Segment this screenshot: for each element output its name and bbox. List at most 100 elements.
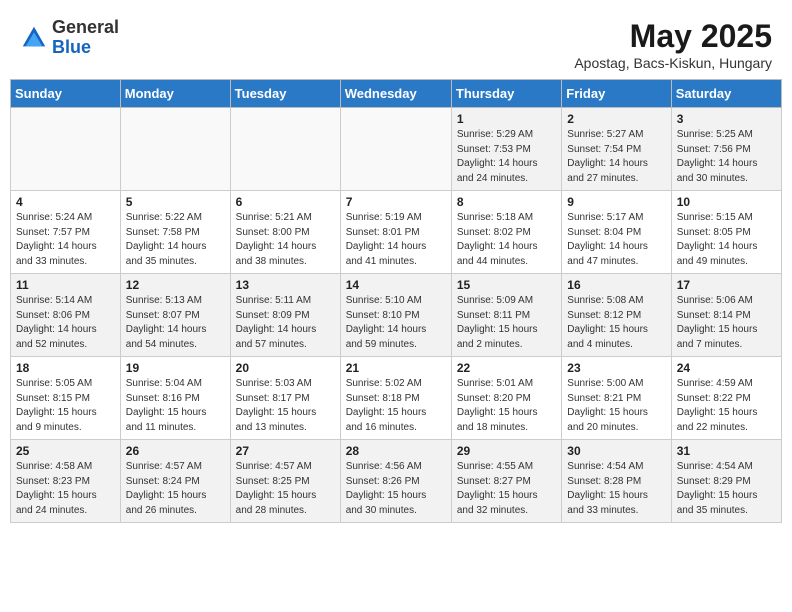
day-info: Sunrise: 5:21 AM Sunset: 8:00 PM Dayligh…: [236, 211, 335, 269]
calendar-cell: 27 Sunrise: 4:57 AM Sunset: 8:25 PM Dayli…: [230, 440, 340, 523]
day-number: 15: [457, 278, 556, 292]
day-info: Sunrise: 4:55 AM Sunset: 8:27 PM Dayligh…: [457, 460, 556, 518]
calendar-cell: 9 Sunrise: 5:17 AM Sunset: 8:04 PM Daylig…: [562, 191, 671, 274]
day-info: Sunrise: 4:58 AM Sunset: 8:23 PM Dayligh…: [16, 460, 115, 518]
calendar-cell: [230, 108, 340, 191]
day-info: Sunrise: 5:00 AM Sunset: 8:21 PM Dayligh…: [567, 377, 665, 435]
calendar-cell: 31Sunrise: 4:54 AM Sunset: 8:29 PM Dayli…: [671, 440, 781, 523]
calendar-cell: 12 Sunrise: 5:13 AM Sunset: 8:07 PM Dayli…: [120, 274, 230, 357]
day-number: 18: [16, 361, 115, 375]
day-info: Sunrise: 4:59 AM Sunset: 8:22 PM Dayligh…: [677, 377, 776, 435]
day-info: Sunrise: 5:05 AM Sunset: 8:15 PM Dayligh…: [16, 377, 115, 435]
calendar-cell: 2 Sunrise: 5:27 AM Sunset: 7:54 PM Daylig…: [562, 108, 671, 191]
day-number: 26: [126, 444, 225, 458]
weekday-header-sunday: Sunday: [11, 80, 121, 108]
weekday-header-wednesday: Wednesday: [340, 80, 451, 108]
day-info: Sunrise: 5:04 AM Sunset: 8:16 PM Dayligh…: [126, 377, 225, 435]
calendar-cell: 19 Sunrise: 5:04 AM Sunset: 8:16 PM Dayli…: [120, 357, 230, 440]
day-info: Sunrise: 5:19 AM Sunset: 8:01 PM Dayligh…: [346, 211, 446, 269]
day-number: 11: [16, 278, 115, 292]
calendar-week-row: 4Sunrise: 5:24 AM Sunset: 7:57 PM Daylig…: [11, 191, 782, 274]
calendar-cell: 10 Sunrise: 5:15 AM Sunset: 8:05 PM Dayli…: [671, 191, 781, 274]
day-number: 9: [567, 195, 665, 209]
day-number: 3: [677, 112, 776, 126]
logo-blue: Blue: [52, 38, 119, 58]
day-number: 20: [236, 361, 335, 375]
day-info: Sunrise: 5:17 AM Sunset: 8:04 PM Dayligh…: [567, 211, 665, 269]
day-info: Sunrise: 5:10 AM Sunset: 8:10 PM Dayligh…: [346, 294, 446, 352]
logo-text: General Blue: [52, 18, 119, 58]
weekday-header-row: SundayMondayTuesdayWednesdayThursdayFrid…: [11, 80, 782, 108]
day-number: 23: [567, 361, 665, 375]
calendar-week-row: 25 Sunrise: 4:58 AM Sunset: 8:23 PM Dayli…: [11, 440, 782, 523]
weekday-header-thursday: Thursday: [451, 80, 561, 108]
calendar-cell: 11Sunrise: 5:14 AM Sunset: 8:06 PM Dayli…: [11, 274, 121, 357]
calendar-cell: 1Sunrise: 5:29 AM Sunset: 7:53 PM Daylig…: [451, 108, 561, 191]
calendar-cell: 13Sunrise: 5:11 AM Sunset: 8:09 PM Dayli…: [230, 274, 340, 357]
location-subtitle: Apostag, Bacs-Kiskun, Hungary: [574, 55, 772, 71]
title-block: May 2025 Apostag, Bacs-Kiskun, Hungary: [574, 18, 772, 71]
logo-icon: [20, 24, 48, 52]
calendar-cell: [11, 108, 121, 191]
day-info: Sunrise: 5:27 AM Sunset: 7:54 PM Dayligh…: [567, 128, 665, 186]
day-number: 31: [677, 444, 776, 458]
calendar-cell: 16 Sunrise: 5:08 AM Sunset: 8:12 PM Dayli…: [562, 274, 671, 357]
day-info: Sunrise: 4:56 AM Sunset: 8:26 PM Dayligh…: [346, 460, 446, 518]
day-number: 21: [346, 361, 446, 375]
calendar-cell: 23 Sunrise: 5:00 AM Sunset: 8:21 PM Dayli…: [562, 357, 671, 440]
day-number: 19: [126, 361, 225, 375]
day-info: Sunrise: 5:08 AM Sunset: 8:12 PM Dayligh…: [567, 294, 665, 352]
day-number: 4: [16, 195, 115, 209]
day-info: Sunrise: 5:02 AM Sunset: 8:18 PM Dayligh…: [346, 377, 446, 435]
day-info: Sunrise: 5:01 AM Sunset: 8:20 PM Dayligh…: [457, 377, 556, 435]
day-number: 17: [677, 278, 776, 292]
day-number: 2: [567, 112, 665, 126]
calendar-cell: 26Sunrise: 4:57 AM Sunset: 8:24 PM Dayli…: [120, 440, 230, 523]
calendar-week-row: 11Sunrise: 5:14 AM Sunset: 8:06 PM Dayli…: [11, 274, 782, 357]
day-info: Sunrise: 5:29 AM Sunset: 7:53 PM Dayligh…: [457, 128, 556, 186]
calendar-cell: [340, 108, 451, 191]
day-number: 6: [236, 195, 335, 209]
day-info: Sunrise: 5:09 AM Sunset: 8:11 PM Dayligh…: [457, 294, 556, 352]
calendar-cell: 3 Sunrise: 5:25 AM Sunset: 7:56 PM Daylig…: [671, 108, 781, 191]
day-number: 12: [126, 278, 225, 292]
day-number: 29: [457, 444, 556, 458]
day-number: 7: [346, 195, 446, 209]
calendar-cell: 15 Sunrise: 5:09 AM Sunset: 8:11 PM Dayli…: [451, 274, 561, 357]
day-info: Sunrise: 5:11 AM Sunset: 8:09 PM Dayligh…: [236, 294, 335, 352]
calendar-cell: 25 Sunrise: 4:58 AM Sunset: 8:23 PM Dayli…: [11, 440, 121, 523]
calendar-cell: 18 Sunrise: 5:05 AM Sunset: 8:15 PM Dayli…: [11, 357, 121, 440]
calendar-cell: 24 Sunrise: 4:59 AM Sunset: 8:22 PM Dayli…: [671, 357, 781, 440]
day-number: 24: [677, 361, 776, 375]
calendar-cell: 14Sunrise: 5:10 AM Sunset: 8:10 PM Dayli…: [340, 274, 451, 357]
calendar-cell: 22Sunrise: 5:01 AM Sunset: 8:20 PM Dayli…: [451, 357, 561, 440]
calendar-table: SundayMondayTuesdayWednesdayThursdayFrid…: [10, 79, 782, 523]
calendar-cell: 17Sunrise: 5:06 AM Sunset: 8:14 PM Dayli…: [671, 274, 781, 357]
calendar-cell: 5 Sunrise: 5:22 AM Sunset: 7:58 PM Daylig…: [120, 191, 230, 274]
calendar-cell: 20 Sunrise: 5:03 AM Sunset: 8:17 PM Dayli…: [230, 357, 340, 440]
day-info: Sunrise: 5:18 AM Sunset: 8:02 PM Dayligh…: [457, 211, 556, 269]
calendar-cell: 7 Sunrise: 5:19 AM Sunset: 8:01 PM Daylig…: [340, 191, 451, 274]
calendar-week-row: 18 Sunrise: 5:05 AM Sunset: 8:15 PM Dayli…: [11, 357, 782, 440]
day-info: Sunrise: 5:25 AM Sunset: 7:56 PM Dayligh…: [677, 128, 776, 186]
day-info: Sunrise: 4:57 AM Sunset: 8:25 PM Dayligh…: [236, 460, 335, 518]
day-number: 10: [677, 195, 776, 209]
day-number: 27: [236, 444, 335, 458]
weekday-header-monday: Monday: [120, 80, 230, 108]
calendar-cell: 4Sunrise: 5:24 AM Sunset: 7:57 PM Daylig…: [11, 191, 121, 274]
day-info: Sunrise: 5:22 AM Sunset: 7:58 PM Dayligh…: [126, 211, 225, 269]
month-title: May 2025: [574, 18, 772, 55]
page-header: General Blue May 2025 Apostag, Bacs-Kisk…: [10, 10, 782, 75]
calendar-week-row: 1Sunrise: 5:29 AM Sunset: 7:53 PM Daylig…: [11, 108, 782, 191]
day-number: 30: [567, 444, 665, 458]
day-info: Sunrise: 5:15 AM Sunset: 8:05 PM Dayligh…: [677, 211, 776, 269]
weekday-header-tuesday: Tuesday: [230, 80, 340, 108]
day-info: Sunrise: 5:13 AM Sunset: 8:07 PM Dayligh…: [126, 294, 225, 352]
day-number: 16: [567, 278, 665, 292]
calendar-cell: 30Sunrise: 4:54 AM Sunset: 8:28 PM Dayli…: [562, 440, 671, 523]
day-number: 8: [457, 195, 556, 209]
day-number: 5: [126, 195, 225, 209]
logo: General Blue: [20, 18, 119, 58]
day-info: Sunrise: 5:03 AM Sunset: 8:17 PM Dayligh…: [236, 377, 335, 435]
day-number: 25: [16, 444, 115, 458]
